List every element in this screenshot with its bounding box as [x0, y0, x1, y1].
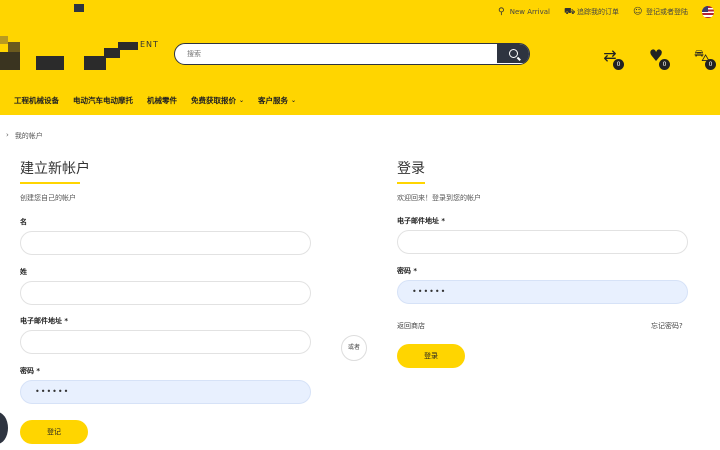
account-link[interactable]: ☺ 登记或者登陆 [633, 7, 688, 17]
wishlist-count-badge: 0 [659, 59, 670, 70]
chevron-right-icon: › [6, 131, 9, 139]
nav-item-quote[interactable]: 免费获取报价 ⌄ [191, 95, 244, 106]
register-email-field[interactable] [20, 330, 311, 354]
new-arrival-link[interactable]: ⚲ New Arrival [497, 6, 550, 17]
truck-icon: ⛟ [564, 6, 576, 17]
location-pin-icon: ⚲ [497, 6, 505, 17]
back-to-store-link[interactable]: 返回商店 [397, 321, 425, 331]
login-email-field[interactable] [397, 230, 688, 254]
search-input[interactable] [187, 44, 487, 63]
breadcrumb: › 我的帐户 [6, 131, 43, 141]
login-subtitle: 欢迎回来！登录到您的帐户 [397, 194, 481, 202]
first-name-label: 名 [20, 218, 27, 226]
nav-item-service[interactable]: 客户服务 ⌄ [258, 95, 296, 106]
title-underline [397, 182, 425, 184]
cart-count-badge: 0 [705, 59, 716, 70]
login-button[interactable]: 登录 [397, 344, 465, 368]
top-bar: ⚲ New Arrival ⛟ 追踪我的订单 ☺ 登记或者登陆 [497, 4, 720, 20]
register-email-label: 电子邮件地址 * [20, 317, 69, 325]
register-subtitle: 创建您自己的帐户 [20, 194, 76, 202]
compare-icon[interactable]: ⇄ 0 [600, 46, 624, 70]
register-password-field[interactable]: •••••• [20, 380, 311, 404]
breadcrumb-current: 我的帐户 [14, 132, 43, 140]
login-email-label: 电子邮件地址 * [397, 217, 446, 225]
login-section: 登录 欢迎回来！登录到您的帐户 [397, 158, 689, 203]
header-icons: ⇄ 0 ♥ 0 ⛍ 0 [600, 46, 720, 70]
chevron-down-icon: ⌄ [239, 97, 245, 104]
nav-item-construction[interactable]: 工程机械设备 [14, 95, 59, 106]
forgot-password-link[interactable]: 忘记密码? [651, 321, 683, 331]
chevron-down-icon: ⌄ [291, 97, 297, 104]
search-button[interactable] [497, 44, 529, 63]
search-bar [174, 43, 530, 65]
search-icon [508, 49, 518, 58]
main-nav: 工程机械设备 电动汽车电动摩托 机械零件 免费获取报价 ⌄ 客户服务 ⌄ [14, 95, 296, 106]
compare-count-badge: 0 [613, 59, 624, 70]
site-logo[interactable]: ENT [0, 36, 160, 72]
register-title: 建立新帐户 [20, 161, 90, 177]
title-underline [20, 182, 80, 184]
last-name-field[interactable] [20, 281, 311, 305]
login-password-label: 密码 * [397, 267, 418, 275]
us-flag-icon[interactable] [702, 6, 714, 18]
site-header: ⚲ New Arrival ⛟ 追踪我的订单 ☺ 登记或者登陆 ENT ⇄0 ♥… [0, 0, 720, 115]
last-name-label: 姓 [20, 268, 27, 276]
wishlist-icon[interactable]: ♥ 0 [646, 46, 670, 70]
register-section: 建立新帐户 创建您自己的帐户 [20, 158, 312, 203]
track-order-link[interactable]: ⛟ 追踪我的订单 [564, 7, 619, 17]
login-password-field[interactable]: •••••• [397, 280, 688, 304]
logo-text: ENT [140, 40, 159, 49]
chat-widget-button[interactable] [0, 412, 8, 444]
login-title: 登录 [397, 161, 425, 177]
user-icon: ☺ [633, 6, 643, 17]
or-divider: 或者 [341, 335, 367, 361]
top-mark [74, 4, 84, 12]
register-password-label: 密码 * [20, 367, 41, 375]
nav-item-ev[interactable]: 电动汽车电动摩托 [73, 95, 133, 106]
register-button[interactable]: 登记 [20, 420, 88, 444]
cart-icon[interactable]: ⛍ 0 [692, 46, 716, 70]
nav-item-parts[interactable]: 机械零件 [147, 95, 177, 106]
first-name-field[interactable] [20, 231, 311, 255]
